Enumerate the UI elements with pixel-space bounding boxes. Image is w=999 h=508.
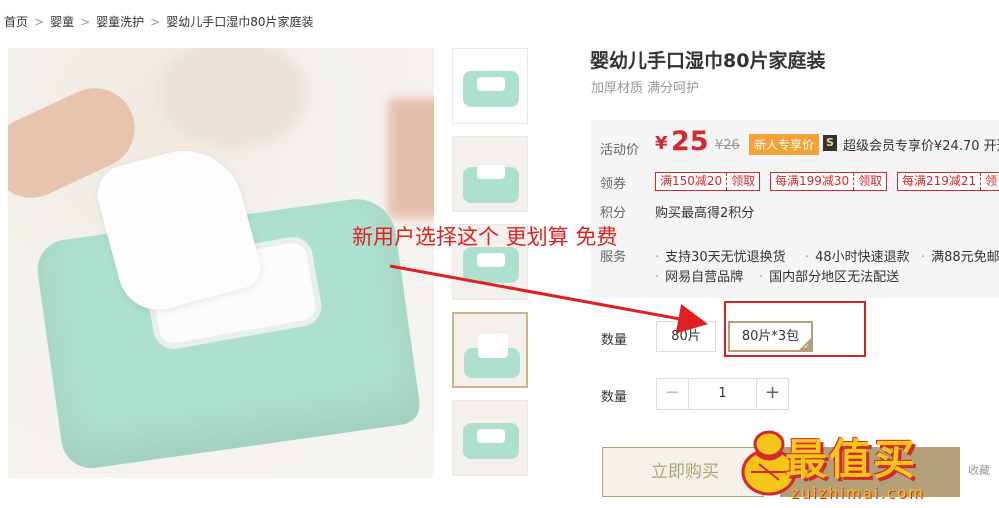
watermark: 最值买 zuizhimai.com (727, 418, 999, 508)
watermark-title: 最值买 (785, 435, 918, 484)
check-icon: ✓ (803, 342, 810, 351)
watermark-url: zuizhimai.com (791, 484, 925, 502)
